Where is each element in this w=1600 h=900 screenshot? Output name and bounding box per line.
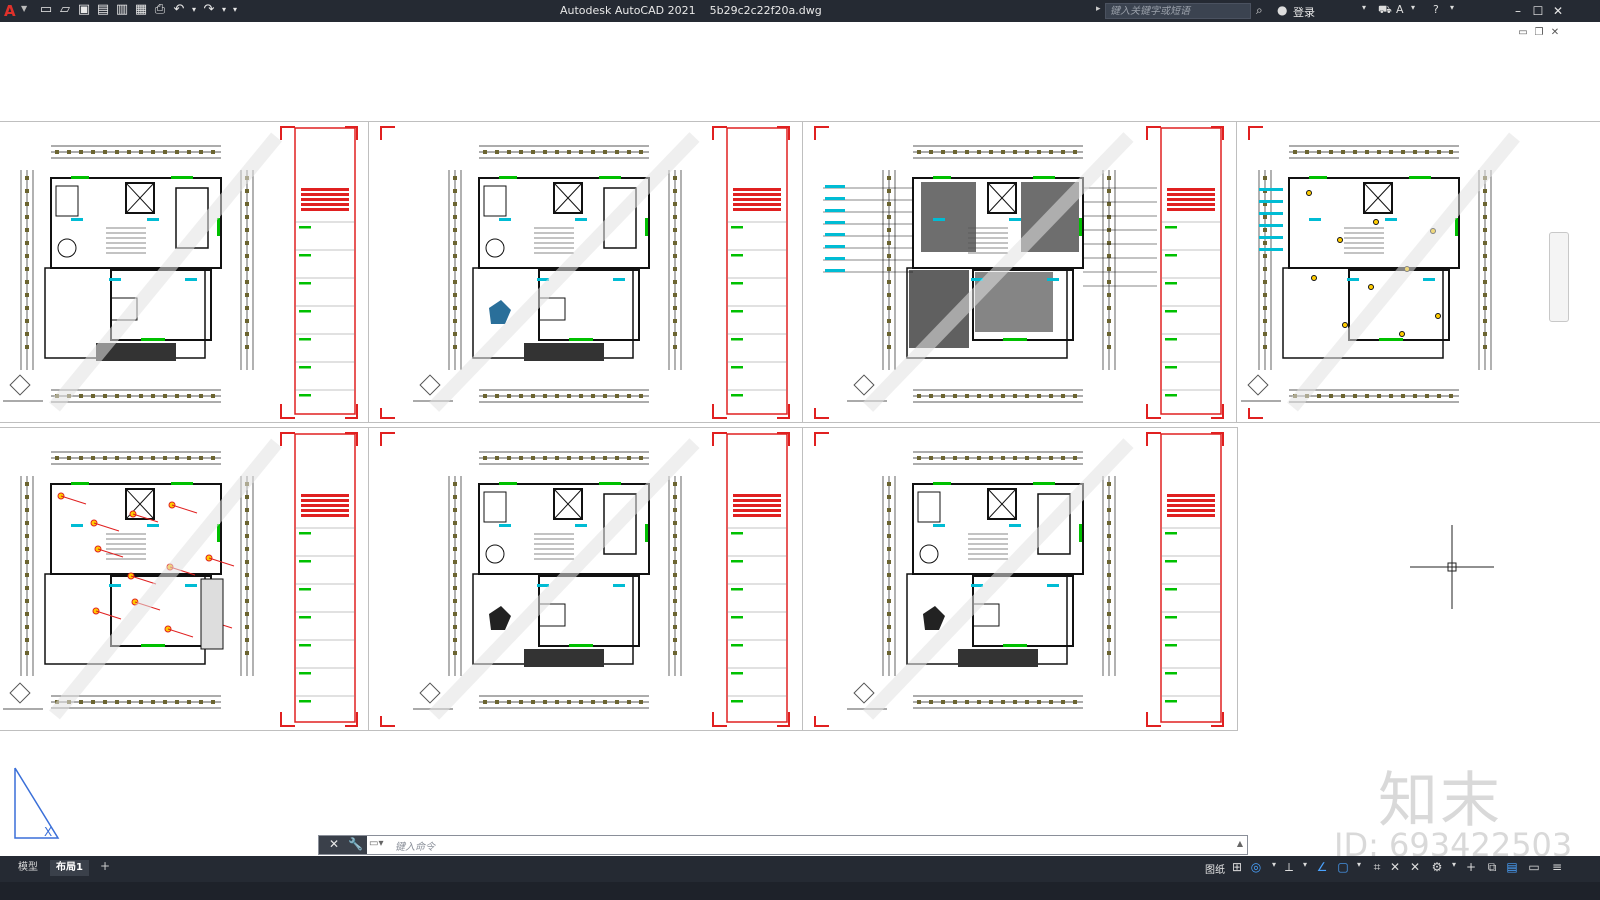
redo-caret-icon[interactable]: ▾ (220, 2, 228, 18)
save-as-icon[interactable]: ▤ (95, 2, 111, 18)
search-input[interactable]: 键入关键字或短语 (1105, 3, 1251, 19)
command-line[interactable]: ✕ 🔧 ▭▾ 键入命令 ▲ (318, 835, 1248, 855)
snap-caret-icon[interactable]: ▾ (1267, 860, 1281, 869)
transparency-icon[interactable]: ✕ (1408, 860, 1422, 874)
workspace-caret-icon[interactable]: ▾ (1447, 860, 1461, 869)
polar-icon[interactable]: ∠ (1315, 860, 1329, 874)
autocad-logo-icon[interactable]: A (4, 3, 18, 19)
autodesk-app-icon[interactable]: A (1396, 3, 1404, 16)
svg-text:X: X (44, 825, 52, 839)
layout-sheet[interactable] (802, 427, 1238, 731)
quick-props-icon[interactable]: ▤ (1505, 860, 1519, 874)
help-icon[interactable]: ? (1433, 3, 1439, 16)
user-icon[interactable]: ● (1277, 3, 1287, 17)
floor-plan-drawing (380, 432, 790, 727)
customize-icon[interactable]: ▾ (231, 2, 239, 18)
app-caret-icon[interactable]: ▾ (1411, 3, 1415, 12)
add-layout-icon[interactable]: + (100, 859, 110, 873)
quick-access-toolbar: ▭ ▱ ▣ ▤ ▥ ▦ ⎙ ↶ ▾ ↷ ▾ ▾ (38, 2, 239, 20)
layout-sheet[interactable] (0, 121, 370, 423)
lineweight-icon[interactable]: ✕ (1388, 860, 1402, 874)
isolate-icon[interactable]: ▭ (1527, 860, 1541, 874)
history-up-icon[interactable]: ▲ (1237, 839, 1243, 848)
floor-plan-drawing (814, 126, 1224, 419)
close-icon[interactable]: ✕ (329, 837, 339, 851)
search-expand-icon[interactable]: ▸ (1096, 4, 1101, 14)
command-input[interactable]: 键入命令 (395, 838, 435, 853)
floor-plan-drawing (380, 126, 790, 419)
ortho-icon[interactable]: ⟂ (1282, 860, 1296, 875)
login-button[interactable]: 登录 (1293, 4, 1315, 20)
osnap-caret-icon[interactable]: ▾ (1352, 860, 1366, 869)
file-name: 5b29c2c22f20a.dwg (709, 4, 822, 17)
units-icon[interactable]: ⧉ (1485, 860, 1499, 875)
layout-sheet[interactable] (0, 427, 370, 731)
new-icon[interactable]: ▭ (38, 2, 54, 18)
status-bar: 模型 布局1 + 图纸 ⊞ ◎ ▾ ⟂ ▾ ∠ ▢ ▾ ⌗ ✕ ✕ ⚙ ▾ + … (0, 856, 1600, 882)
floor-plan-drawing (814, 432, 1224, 727)
layout-sheet[interactable] (802, 121, 1238, 423)
undo-caret-icon[interactable]: ▾ (190, 2, 198, 18)
app-menu-caret-icon[interactable]: ▼ (21, 4, 27, 13)
layout-sheet[interactable] (1236, 121, 1600, 423)
snap-icon[interactable]: ◎ (1249, 860, 1263, 874)
search-icon[interactable]: ⌕ (1256, 3, 1263, 18)
undo-icon[interactable]: ↶ (171, 2, 187, 18)
minimize-icon[interactable]: – (1508, 2, 1528, 20)
help-caret-icon[interactable]: ▾ (1450, 3, 1454, 12)
ortho-caret-icon[interactable]: ▾ (1298, 860, 1312, 869)
login-caret-icon[interactable]: ▾ (1362, 3, 1366, 12)
bottom-strip (0, 882, 1600, 900)
annotation-scale-icon[interactable]: + (1464, 860, 1478, 874)
title-bar: A ▼ ▭ ▱ ▣ ▤ ▥ ▦ ⎙ ↶ ▾ ↷ ▾ ▾ Autodesk Aut… (0, 0, 1600, 22)
crosshair-cursor-icon (1410, 525, 1494, 609)
paper-space-toggle[interactable]: 图纸 (1205, 861, 1225, 876)
wrench-icon[interactable]: 🔧 (348, 837, 363, 851)
doc-close-icon[interactable]: ✕ (1549, 27, 1561, 38)
app-title: Autodesk AutoCAD 2021 (560, 4, 696, 17)
doc-restore-icon[interactable]: ❐ (1533, 27, 1545, 38)
window-title: Autodesk AutoCAD 2021 5b29c2c22f20a.dwg (560, 4, 822, 17)
maximize-icon[interactable]: ☐ (1528, 2, 1548, 20)
doc-minimize-icon[interactable]: ▭ (1517, 27, 1529, 38)
floor-plan-drawing (3, 432, 358, 727)
otrack-icon[interactable]: ⌗ (1370, 860, 1384, 875)
save-icon[interactable]: ▣ (76, 2, 92, 18)
command-prompt-icon[interactable]: ▭▾ (369, 838, 383, 849)
redo-icon[interactable]: ↷ (201, 2, 217, 18)
osnap-icon[interactable]: ▢ (1336, 860, 1350, 874)
layout-sheet[interactable] (368, 121, 804, 423)
floor-plan-drawing (3, 126, 358, 419)
floor-plan-drawing (1241, 126, 1520, 419)
publish-icon[interactable]: ▦ (133, 2, 149, 18)
tab-layout1[interactable]: 布局1 (50, 860, 89, 876)
navigation-bar[interactable] (1549, 232, 1569, 322)
close-icon[interactable]: ✕ (1548, 2, 1568, 20)
layout-sheet[interactable] (368, 427, 804, 731)
workspace-gear-icon[interactable]: ⚙ (1430, 860, 1444, 874)
grid-icon[interactable]: ⊞ (1230, 860, 1244, 874)
plot-preview-icon[interactable]: ▥ (114, 2, 130, 18)
open-icon[interactable]: ▱ (57, 2, 73, 18)
cart-icon[interactable]: ⛟ (1378, 3, 1392, 18)
print-icon[interactable]: ⎙ (152, 2, 168, 18)
tab-model[interactable]: 模型 (12, 860, 44, 876)
ucs-icon: X (14, 767, 60, 839)
customize-menu-icon[interactable]: ≡ (1550, 860, 1564, 874)
